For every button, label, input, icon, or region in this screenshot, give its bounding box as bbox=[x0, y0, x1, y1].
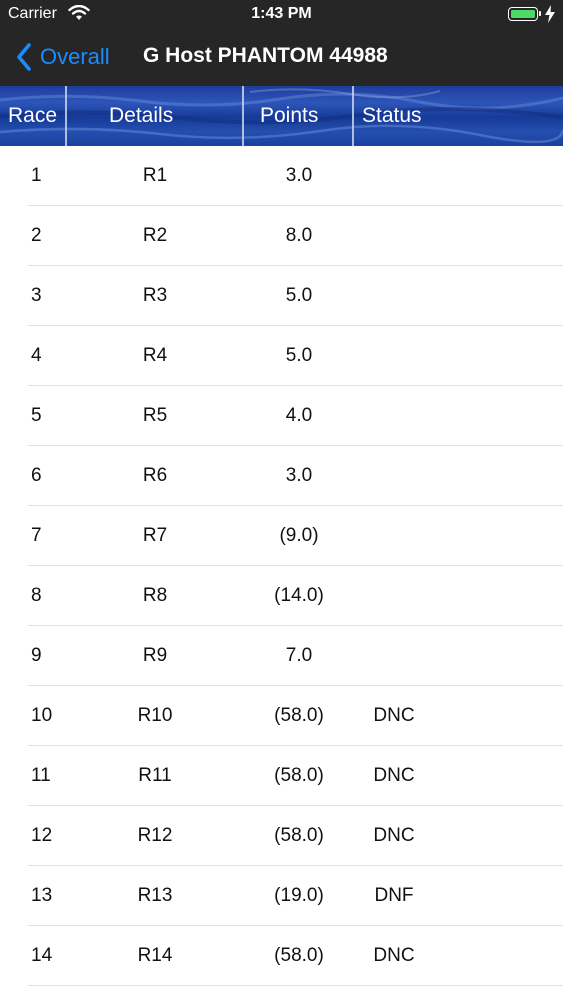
table-row[interactable]: 6 R6 3.0 bbox=[0, 446, 563, 506]
table-row[interactable]: 8 R8 (14.0) bbox=[0, 566, 563, 626]
column-header-status[interactable]: Status bbox=[362, 86, 422, 146]
race-details: R4 bbox=[142, 345, 168, 366]
race-details: R10 bbox=[137, 705, 173, 726]
table-header: Race Details Points Status bbox=[0, 86, 563, 146]
race-details: R13 bbox=[137, 885, 173, 906]
charging-bolt-icon bbox=[545, 5, 555, 23]
race-details: R3 bbox=[142, 285, 168, 306]
table-row[interactable]: 14 R14 (58.0) DNC bbox=[0, 926, 563, 986]
race-number: 8 bbox=[31, 585, 42, 606]
table-row[interactable]: 12 R12 (58.0) DNC bbox=[0, 806, 563, 866]
battery-icon bbox=[508, 7, 541, 21]
race-number: 5 bbox=[31, 405, 42, 426]
table-row[interactable]: 7 R7 (9.0) bbox=[0, 506, 563, 566]
race-details: R11 bbox=[138, 765, 172, 786]
race-details: R6 bbox=[142, 465, 168, 486]
race-number: 13 bbox=[31, 885, 53, 906]
table-row[interactable]: 10 R10 (58.0) DNC bbox=[0, 686, 563, 746]
table-row[interactable]: 4 R4 5.0 bbox=[0, 326, 563, 386]
race-number: 3 bbox=[31, 285, 42, 306]
column-separator bbox=[242, 86, 244, 146]
battery-cap bbox=[539, 11, 541, 16]
column-header-points[interactable]: Points bbox=[260, 86, 318, 146]
race-results-list: 1 R1 3.0 2 R2 8.0 3 R3 5.0 4 R4 5.0 5 R5 4.0 6 R6 3.… bbox=[0, 146, 563, 986]
race-status: DNC bbox=[373, 705, 415, 726]
race-status: DNF bbox=[374, 885, 414, 906]
navigation-bar: Overall G Host PHANTOM 44988 bbox=[0, 28, 563, 86]
race-points: 7.0 bbox=[285, 645, 313, 666]
column-header-details[interactable]: Details bbox=[109, 86, 173, 146]
column-separator bbox=[352, 86, 354, 146]
race-number: 1 bbox=[31, 165, 42, 186]
race-details: R9 bbox=[142, 645, 168, 666]
race-number: 6 bbox=[31, 465, 42, 486]
race-points: (19.0) bbox=[274, 885, 324, 906]
race-number: 12 bbox=[31, 825, 53, 846]
race-points: 5.0 bbox=[285, 285, 313, 306]
race-number: 7 bbox=[31, 525, 42, 546]
race-points: 5.0 bbox=[285, 345, 313, 366]
race-points: 4.0 bbox=[285, 405, 313, 426]
race-details: R2 bbox=[142, 225, 168, 246]
status-bar: Carrier 1:43 PM bbox=[0, 0, 563, 28]
race-number: 11 bbox=[31, 765, 51, 786]
race-points: (58.0) bbox=[274, 945, 324, 966]
race-number: 10 bbox=[31, 705, 53, 726]
race-points: (14.0) bbox=[274, 585, 324, 606]
race-details: R5 bbox=[142, 405, 168, 426]
race-points: 8.0 bbox=[285, 225, 313, 246]
column-header-race[interactable]: Race bbox=[8, 86, 57, 146]
column-separator bbox=[65, 86, 67, 146]
page-title: G Host PHANTOM 44988 bbox=[143, 44, 388, 67]
table-row[interactable]: 3 R3 5.0 bbox=[0, 266, 563, 326]
table-row[interactable]: 1 R1 3.0 bbox=[0, 146, 563, 206]
table-row[interactable]: 2 R2 8.0 bbox=[0, 206, 563, 266]
chevron-left-icon bbox=[17, 43, 31, 71]
race-details: R8 bbox=[142, 585, 168, 606]
row-divider bbox=[28, 985, 563, 986]
race-number: 14 bbox=[31, 945, 53, 966]
race-points: (58.0) bbox=[274, 825, 324, 846]
race-status: DNC bbox=[373, 825, 415, 846]
table-row[interactable]: 9 R9 7.0 bbox=[0, 626, 563, 686]
back-button[interactable]: Overall bbox=[14, 41, 110, 73]
back-button-label: Overall bbox=[40, 44, 110, 69]
race-status: DNC bbox=[373, 765, 415, 786]
race-details: R14 bbox=[137, 945, 173, 966]
race-number: 4 bbox=[31, 345, 42, 366]
race-points: 3.0 bbox=[285, 165, 313, 186]
table-row[interactable]: 5 R5 4.0 bbox=[0, 386, 563, 446]
race-points: (9.0) bbox=[279, 525, 319, 546]
battery-level-fill bbox=[511, 10, 535, 18]
race-points: (58.0) bbox=[274, 705, 324, 726]
table-row[interactable]: 11 R11 (58.0) DNC bbox=[0, 746, 563, 806]
race-points: (58.0) bbox=[274, 765, 324, 786]
race-details: R1 bbox=[142, 165, 168, 186]
race-details: R7 bbox=[142, 525, 168, 546]
race-details: R12 bbox=[137, 825, 173, 846]
race-status: DNC bbox=[373, 945, 415, 966]
clock-time: 1:43 PM bbox=[251, 5, 312, 22]
table-row[interactable]: 13 R13 (19.0) DNF bbox=[0, 866, 563, 926]
race-points: 3.0 bbox=[285, 465, 313, 486]
race-number: 9 bbox=[31, 645, 42, 666]
race-number: 2 bbox=[31, 225, 42, 246]
